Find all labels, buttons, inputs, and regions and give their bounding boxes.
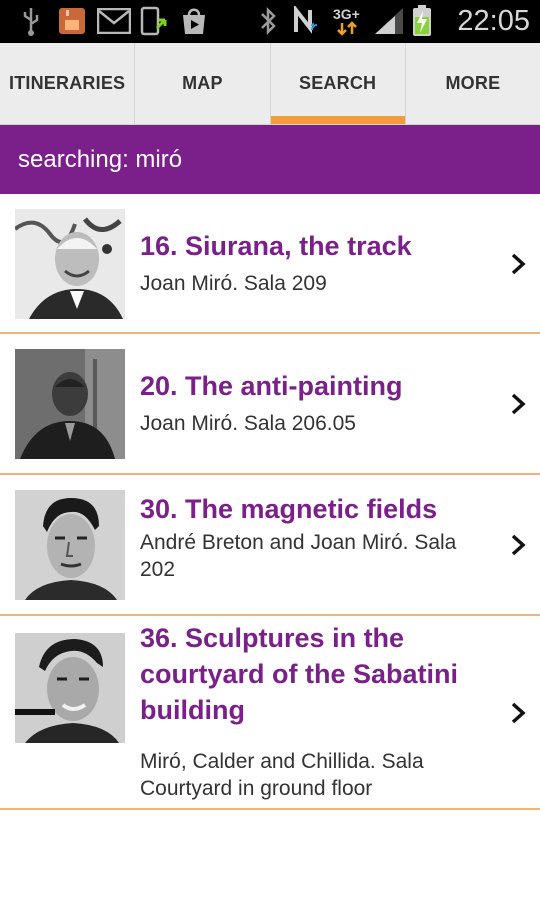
active-tab-indicator <box>270 116 405 124</box>
list-item[interactable]: 36. Sculptures in the courtyard of the S… <box>0 616 540 810</box>
tab-label: MAP <box>182 73 223 93</box>
results-list: 16. Siurana, the track Joan Miró. Sala 2… <box>0 194 540 810</box>
item-title: 36. Sculptures in the courtyard of the S… <box>140 623 459 725</box>
tab-label: SEARCH <box>299 73 377 93</box>
clock: 22:05 <box>457 5 530 37</box>
tab-label: ITINERARIES <box>9 73 126 93</box>
nfc-icon <box>292 6 322 36</box>
chevron-right-icon <box>511 393 526 415</box>
item-title: 16. Siurana, the track <box>140 231 412 261</box>
status-bar: 3G+ 22:05 <box>0 0 540 43</box>
tab-bar: ITINERARIES MAP SEARCH MORE <box>0 43 540 125</box>
list-item-text: 30. The magnetic fields André Breton and… <box>140 491 494 583</box>
list-item-text: 16. Siurana, the track Joan Miró. Sala 2… <box>140 228 494 297</box>
battery-charging-icon <box>410 5 434 36</box>
gmail-icon <box>96 6 132 36</box>
thumbnail-image <box>15 209 125 319</box>
tab-search[interactable]: SEARCH <box>270 43 406 124</box>
signal-icon <box>372 6 406 36</box>
network-3g-icon: 3G+ <box>332 6 368 36</box>
thumbnail-image <box>15 633 125 743</box>
list-item-text: 20. The anti-painting Joan Miró. Sala 20… <box>140 368 494 437</box>
tab-map[interactable]: MAP <box>135 43 271 124</box>
item-title: 30. The magnetic fields <box>140 494 438 524</box>
store-icon <box>178 6 210 36</box>
item-title: 20. The anti-painting <box>140 371 403 401</box>
thumbnail-image <box>15 349 125 459</box>
search-query-text: searching: miró <box>18 145 183 173</box>
phone-update-icon <box>138 6 170 36</box>
thumbnail-image <box>15 490 125 600</box>
list-item[interactable]: 30. The magnetic fields André Breton and… <box>0 475 540 616</box>
tab-more[interactable]: MORE <box>406 43 540 124</box>
chevron-right-icon <box>511 253 526 275</box>
item-subtitle: Joan Miró. Sala 206.05 <box>140 412 356 435</box>
search-query-header: searching: miró <box>0 125 540 194</box>
list-item-text: 36. Sculptures in the courtyard of the S… <box>140 620 494 802</box>
tab-label: MORE <box>445 73 501 93</box>
bluetooth-icon <box>256 6 280 36</box>
item-subtitle: Miró, Calder and Chillida. Sala Courtyar… <box>140 750 424 800</box>
usb-icon <box>18 6 44 36</box>
tab-itineraries[interactable]: ITINERARIES <box>0 43 136 124</box>
list-item[interactable]: 20. The anti-painting Joan Miró. Sala 20… <box>0 334 540 475</box>
item-subtitle: André Breton and Joan Miró. Sala 202 <box>140 531 457 581</box>
sd-card-icon <box>56 6 88 36</box>
list-item[interactable]: 16. Siurana, the track Joan Miró. Sala 2… <box>0 194 540 334</box>
chevron-right-icon <box>511 534 526 556</box>
item-subtitle: Joan Miró. Sala 209 <box>140 272 327 295</box>
svg-text:3G+: 3G+ <box>333 6 360 22</box>
chevron-right-icon <box>511 702 526 724</box>
